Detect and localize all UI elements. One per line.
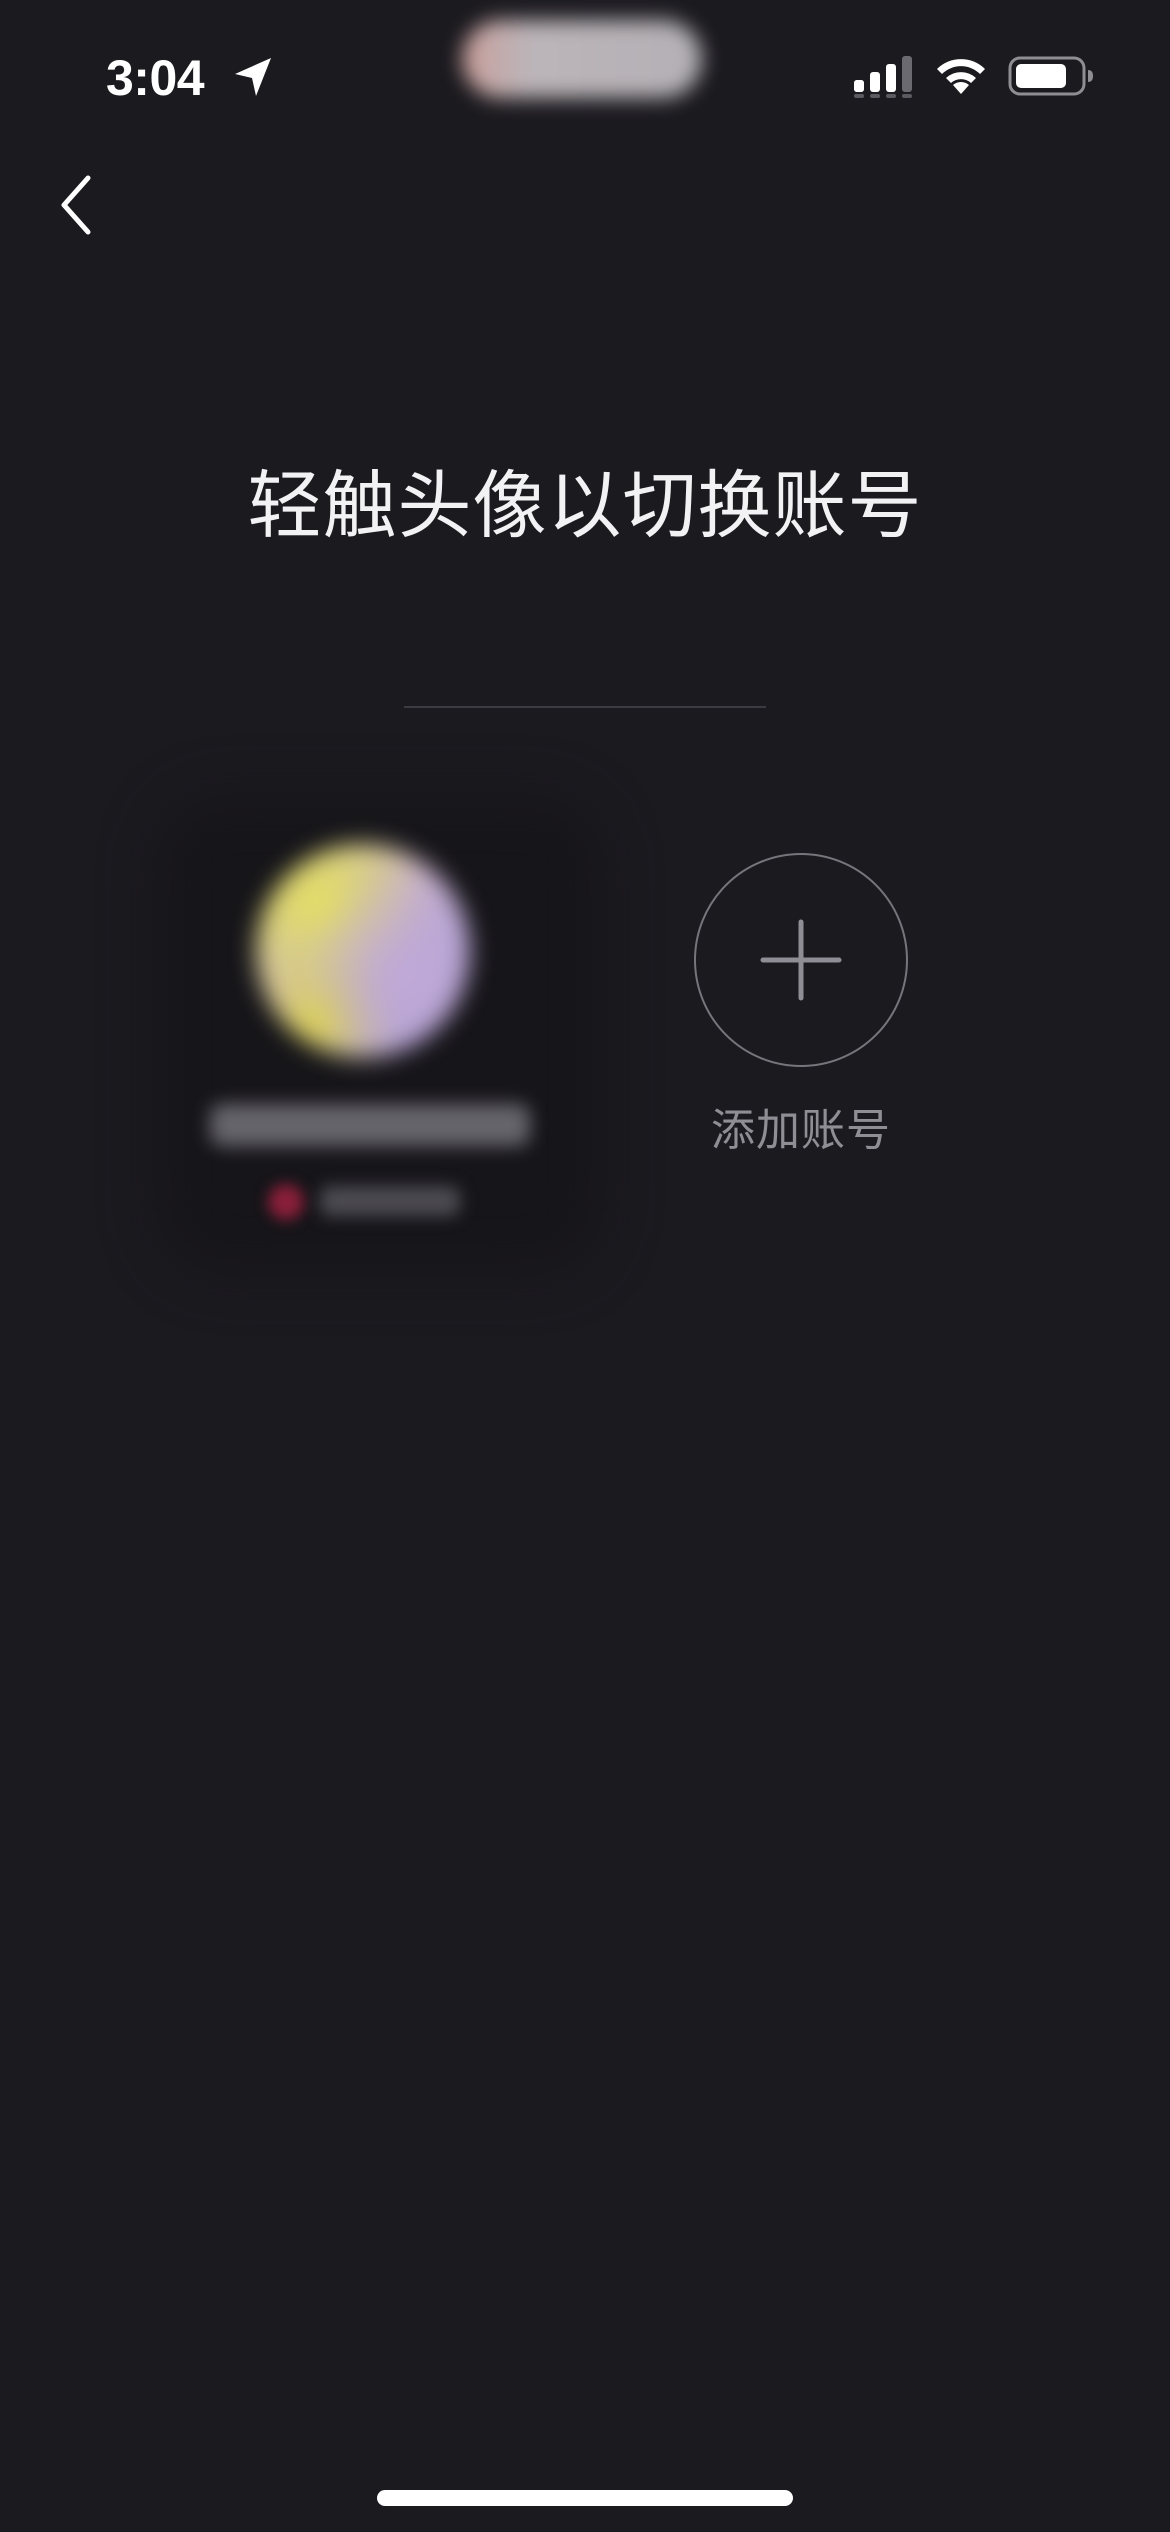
home-indicator[interactable]	[377, 2490, 793, 2506]
page-title: 轻触头像以切换账号	[247, 463, 923, 549]
wifi-icon	[937, 59, 985, 94]
location-arrow-icon	[235, 58, 271, 96]
back-button[interactable]	[36, 160, 116, 250]
user-avatar[interactable]	[256, 844, 470, 1058]
chevron-left-icon	[61, 175, 91, 235]
add-account-label[interactable]: 添加账号	[650, 1096, 952, 1166]
cellular-signal-icon	[854, 56, 912, 98]
account-subtext-redacted	[320, 1186, 460, 1216]
divider	[404, 706, 766, 708]
add-account-button[interactable]	[694, 853, 908, 1067]
status-time: 3:04	[106, 50, 205, 106]
dynamic-island-activity	[462, 20, 702, 98]
current-account-card[interactable]	[160, 800, 600, 1270]
battery-icon	[1008, 56, 1093, 96]
plus-icon	[760, 919, 842, 1001]
account-switch-screen: 3:04 轻触头像以切换账号 添加账号	[0, 0, 1170, 2532]
account-name-redacted	[210, 1104, 530, 1146]
account-badge-icon	[268, 1184, 304, 1220]
